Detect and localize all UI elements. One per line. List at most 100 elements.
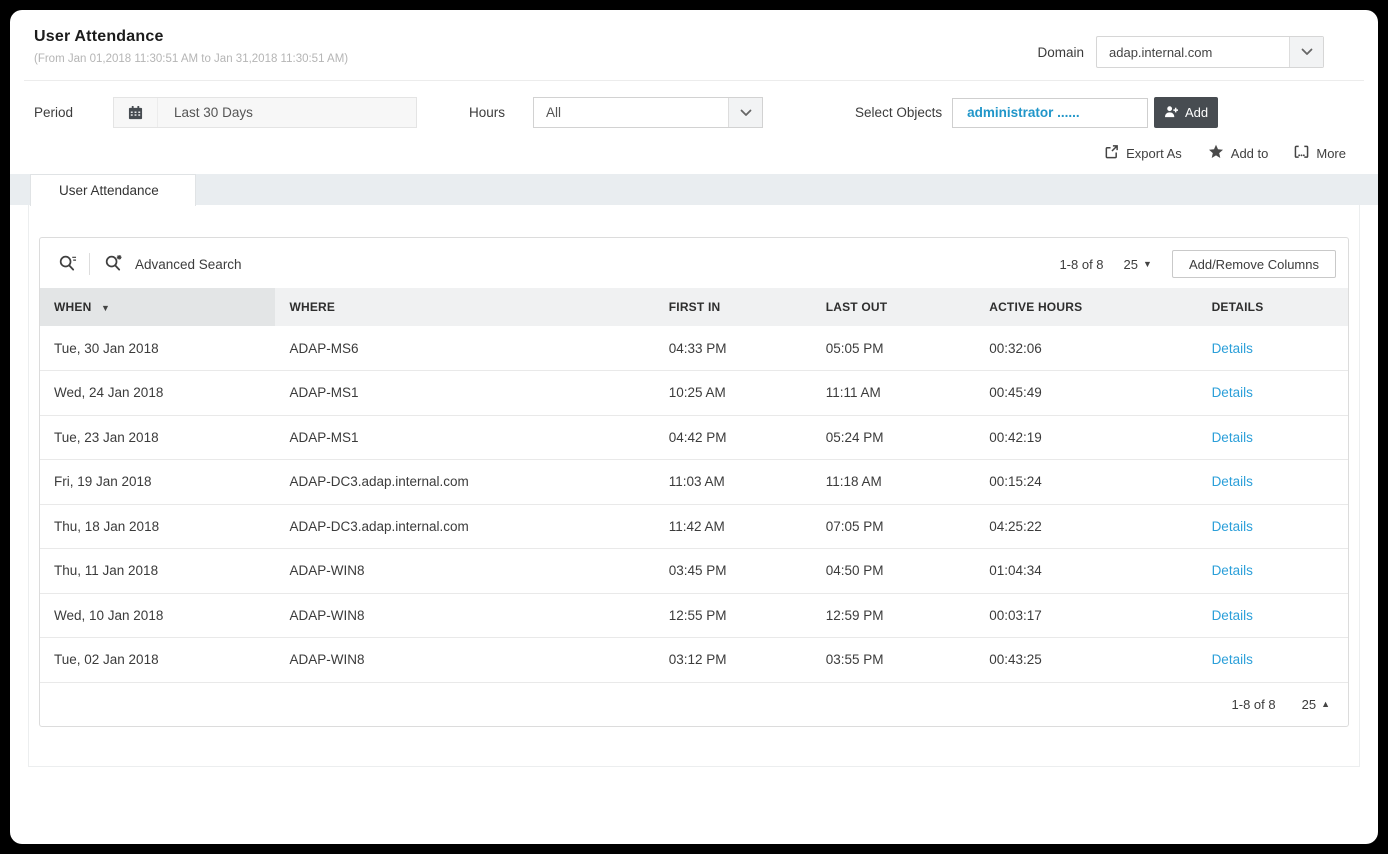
cell-when: Thu, 18 Jan 2018 <box>40 504 275 549</box>
export-as-button[interactable]: Export As <box>1104 144 1182 162</box>
page-size-value: 25 <box>1124 257 1138 272</box>
cell-details: Details <box>1198 371 1348 416</box>
cell-where: ADAP-MS1 <box>275 415 654 460</box>
cell-first-in: 11:42 AM <box>655 504 812 549</box>
cell-first-in: 03:45 PM <box>655 549 812 594</box>
toolbar-divider <box>89 253 90 275</box>
cell-active-hours: 00:42:19 <box>975 415 1197 460</box>
report-date-range: (From Jan 01,2018 11:30:51 AM to Jan 31,… <box>34 53 348 65</box>
cell-when: Tue, 23 Jan 2018 <box>40 415 275 460</box>
report-header: User Attendance (From Jan 01,2018 11:30:… <box>10 10 1378 80</box>
table-footer: 1-8 of 8 25 ▲ <box>40 683 1348 726</box>
chevron-down-icon <box>728 98 762 127</box>
caret-down-icon: ▼ <box>1143 259 1152 269</box>
add-to-button[interactable]: Add to <box>1208 144 1269 162</box>
column-header-where[interactable]: WHERE <box>275 288 654 326</box>
title-block: User Attendance (From Jan 01,2018 11:30:… <box>34 28 348 65</box>
period-label: Period <box>34 105 73 120</box>
more-icon <box>1294 145 1309 162</box>
details-link[interactable]: Details <box>1212 341 1253 356</box>
add-objects-button[interactable]: Add <box>1154 97 1218 128</box>
star-icon <box>1208 144 1224 162</box>
cell-details: Details <box>1198 460 1348 505</box>
details-link[interactable]: Details <box>1212 385 1253 400</box>
advanced-search-icon <box>104 254 123 275</box>
report-table-card: Advanced Search 1-8 of 8 25 ▼ Add/Remove… <box>39 237 1349 727</box>
footer-page-size-dropdown[interactable]: 25 ▲ <box>1302 697 1330 712</box>
tab-user-attendance[interactable]: User Attendance <box>30 174 196 206</box>
cell-details: Details <box>1198 549 1348 594</box>
cell-when: Tue, 02 Jan 2018 <box>40 638 275 683</box>
hours-dropdown[interactable]: All <box>533 97 763 128</box>
cell-last-out: 03:55 PM <box>812 638 976 683</box>
chevron-down-icon <box>1289 37 1323 67</box>
cell-last-out: 05:24 PM <box>812 415 976 460</box>
page-size-dropdown[interactable]: 25 ▼ <box>1124 257 1152 272</box>
cell-first-in: 04:33 PM <box>655 326 812 371</box>
cell-active-hours: 04:25:22 <box>975 504 1197 549</box>
advanced-search-button[interactable] <box>100 254 127 275</box>
details-link[interactable]: Details <box>1212 563 1253 578</box>
search-button[interactable] <box>54 254 81 275</box>
details-link[interactable]: Details <box>1212 608 1253 623</box>
advanced-search-label[interactable]: Advanced Search <box>135 257 242 272</box>
tab-bar: User Attendance <box>10 174 1378 205</box>
more-button[interactable]: More <box>1294 145 1346 162</box>
table-row: Wed, 24 Jan 2018 ADAP-MS1 10:25 AM 11:11… <box>40 371 1348 416</box>
column-header-active-hours[interactable]: ACTIVE HOURS <box>975 288 1197 326</box>
cell-where: ADAP-DC3.adap.internal.com <box>275 504 654 549</box>
tab-content-panel: Advanced Search 1-8 of 8 25 ▼ Add/Remove… <box>28 205 1360 767</box>
cell-where: ADAP-MS6 <box>275 326 654 371</box>
export-as-label: Export As <box>1126 146 1182 161</box>
sort-desc-icon: ▼ <box>101 303 110 313</box>
calendar-icon <box>114 98 158 127</box>
cell-where: ADAP-MS1 <box>275 371 654 416</box>
domain-label: Domain <box>1037 45 1084 60</box>
cell-details: Details <box>1198 326 1348 371</box>
details-link[interactable]: Details <box>1212 474 1253 489</box>
details-link[interactable]: Details <box>1212 519 1253 534</box>
domain-dropdown[interactable]: adap.internal.com <box>1096 36 1324 68</box>
column-header-first-in[interactable]: FIRST IN <box>655 288 812 326</box>
table-toolbar: Advanced Search 1-8 of 8 25 ▼ Add/Remove… <box>40 238 1348 288</box>
details-link[interactable]: Details <box>1212 652 1253 667</box>
cell-where: ADAP-WIN8 <box>275 638 654 683</box>
cell-where: ADAP-DC3.adap.internal.com <box>275 460 654 505</box>
more-label: More <box>1316 146 1346 161</box>
cell-last-out: 07:05 PM <box>812 504 976 549</box>
select-objects-input[interactable] <box>952 98 1148 128</box>
footer-page-size-value: 25 <box>1302 697 1316 712</box>
toolbar-paging-group: 1-8 of 8 25 ▼ Add/Remove Columns <box>1059 250 1336 278</box>
cell-when: Wed, 24 Jan 2018 <box>40 371 275 416</box>
add-remove-columns-button[interactable]: Add/Remove Columns <box>1172 250 1336 278</box>
report-actions: Export As Add to More <box>10 128 1378 162</box>
cell-active-hours: 01:04:34 <box>975 549 1197 594</box>
details-link[interactable]: Details <box>1212 430 1253 445</box>
period-picker[interactable]: Last 30 Days <box>113 97 417 128</box>
attendance-table: WHEN ▼ WHERE FIRST IN LAST OUT ACTIVE HO… <box>40 288 1348 683</box>
column-header-when[interactable]: WHEN ▼ <box>40 288 275 326</box>
row-range-text: 1-8 of 8 <box>1059 257 1103 272</box>
cell-when: Tue, 30 Jan 2018 <box>40 326 275 371</box>
period-value: Last 30 Days <box>158 105 253 120</box>
cell-details: Details <box>1198 638 1348 683</box>
cell-where: ADAP-WIN8 <box>275 549 654 594</box>
cell-last-out: 11:18 AM <box>812 460 976 505</box>
column-header-last-out[interactable]: LAST OUT <box>812 288 976 326</box>
cell-active-hours: 00:15:24 <box>975 460 1197 505</box>
cell-active-hours: 00:45:49 <box>975 371 1197 416</box>
hours-value: All <box>534 105 561 120</box>
column-header-details[interactable]: DETAILS <box>1198 288 1348 326</box>
table-row: Thu, 11 Jan 2018 ADAP-WIN8 03:45 PM 04:5… <box>40 549 1348 594</box>
page-title: User Attendance <box>34 28 348 46</box>
table-header-row: WHEN ▼ WHERE FIRST IN LAST OUT ACTIVE HO… <box>40 288 1348 326</box>
cell-first-in: 03:12 PM <box>655 638 812 683</box>
search-icon <box>58 254 77 275</box>
cell-first-in: 12:55 PM <box>655 593 812 638</box>
export-icon <box>1104 144 1119 162</box>
cell-last-out: 11:11 AM <box>812 371 976 416</box>
cell-details: Details <box>1198 415 1348 460</box>
cell-when: Fri, 19 Jan 2018 <box>40 460 275 505</box>
cell-first-in: 10:25 AM <box>655 371 812 416</box>
cell-last-out: 12:59 PM <box>812 593 976 638</box>
